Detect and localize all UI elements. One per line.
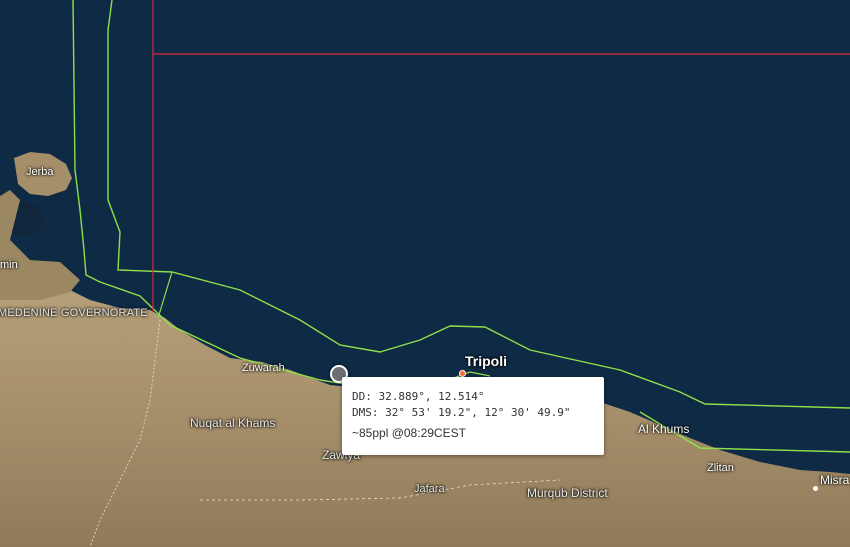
coordinate-popup: DD: 32.889°, 12.514° DMS: 32° 53' 19.2",… bbox=[342, 377, 604, 455]
popup-dms-coordinates: DMS: 32° 53' 19.2", 12° 30' 49.9" bbox=[352, 406, 571, 419]
popup-population-time: ~85ppl @08:29CEST bbox=[352, 426, 466, 440]
popup-dd-coordinates: DD: 32.889°, 12.514° bbox=[352, 390, 485, 403]
tripoli-city-marker bbox=[459, 370, 466, 377]
misrata-city-marker bbox=[813, 486, 818, 491]
map-canvas[interactable] bbox=[0, 0, 850, 547]
